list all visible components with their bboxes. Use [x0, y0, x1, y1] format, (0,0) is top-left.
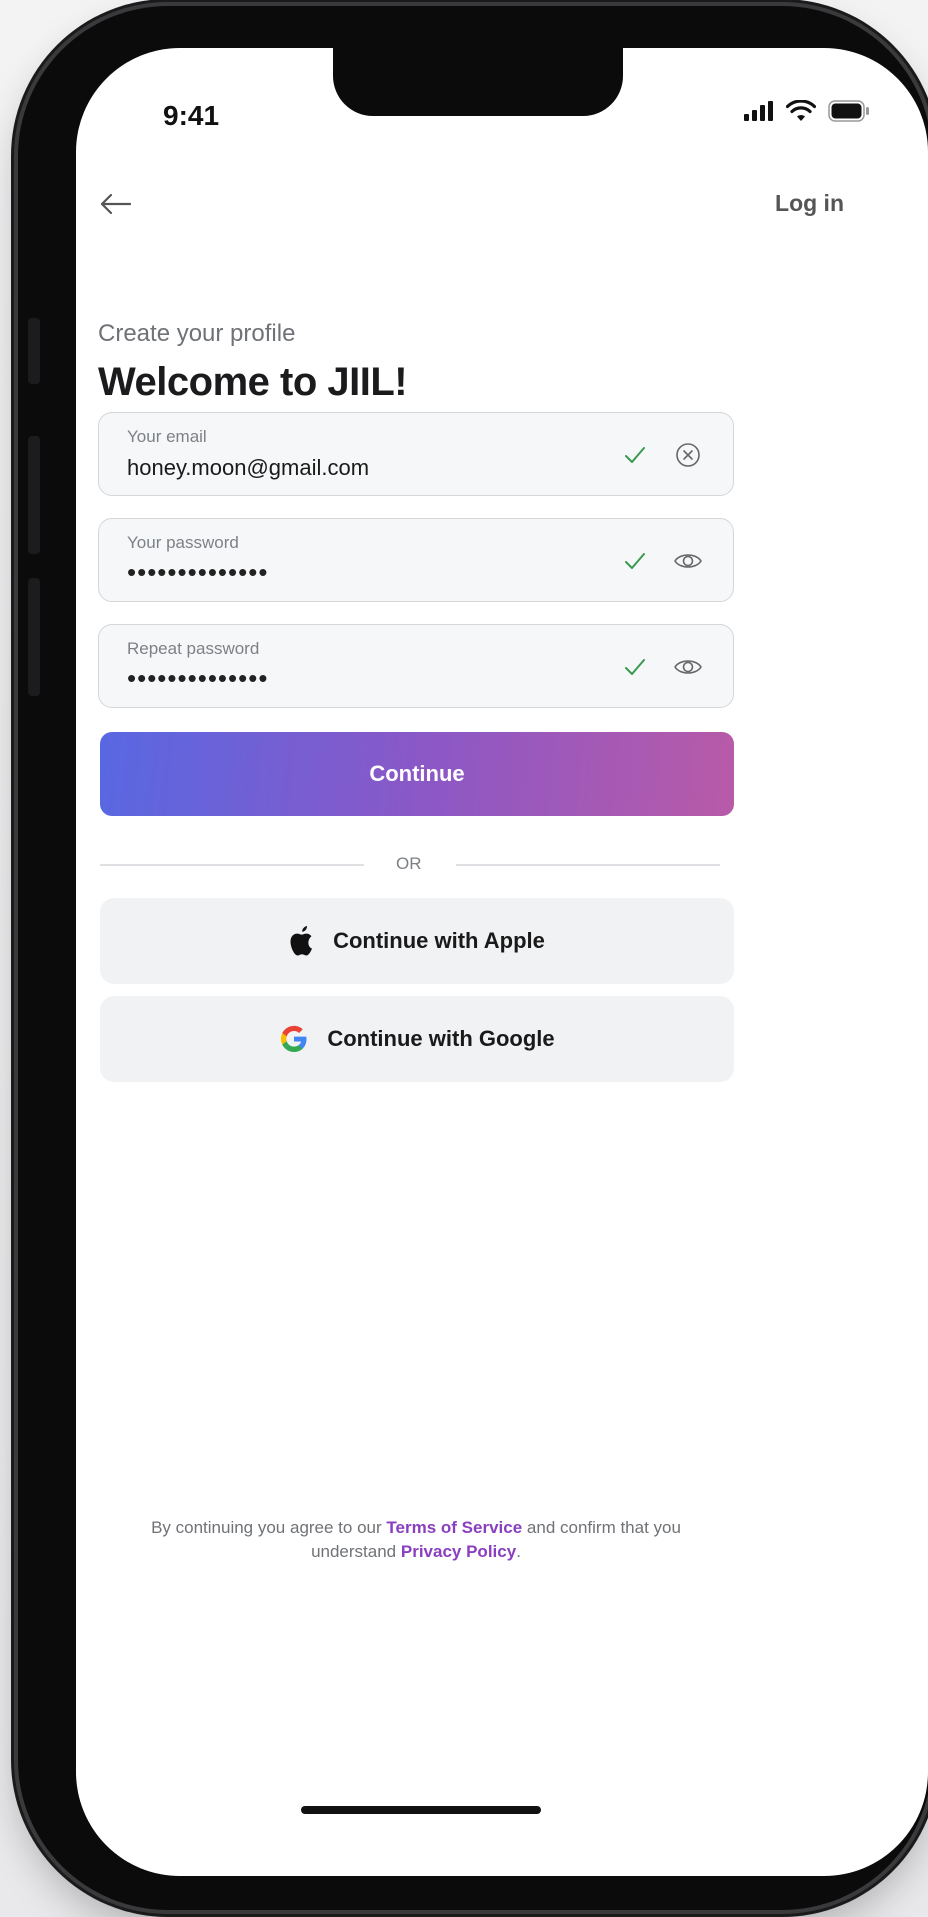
- continue-button[interactable]: Continue: [100, 732, 734, 816]
- screen: 9:41 Log in Create your profile Welcome …: [76, 48, 928, 1876]
- wifi-icon: [786, 100, 816, 121]
- repeat-password-field[interactable]: Repeat password ••••••••••••••: [98, 624, 734, 708]
- google-icon: [281, 1025, 307, 1052]
- divider-line-left: [100, 864, 364, 866]
- status-icons: [744, 100, 870, 122]
- repeat-password-label: Repeat password: [127, 639, 260, 658]
- legal-text: By continuing you agree to our Terms of …: [116, 1516, 716, 1564]
- signal-icon: [744, 101, 773, 121]
- clear-circle-icon[interactable]: [673, 440, 703, 470]
- check-icon: [625, 659, 645, 675]
- password-field[interactable]: Your password ••••••••••••••: [98, 518, 734, 602]
- or-divider-text: OR: [396, 854, 422, 873]
- divider-line-right: [456, 864, 720, 866]
- eye-icon[interactable]: [673, 652, 703, 682]
- terms-of-service-link[interactable]: Terms of Service: [386, 1518, 522, 1537]
- google-button-label: Continue with Google: [327, 1026, 555, 1051]
- battery-icon: [828, 100, 869, 122]
- check-icon: [625, 447, 645, 463]
- page-subtitle: Create your profile: [98, 320, 296, 347]
- email-field[interactable]: Your email honey.moon@gmail.com: [98, 412, 734, 496]
- eye-icon[interactable]: [673, 546, 703, 576]
- arrow-left-icon[interactable]: [98, 188, 134, 220]
- apple-button-label: Continue with Apple: [333, 928, 545, 953]
- phone-frame: 9:41 Log in Create your profile Welcome …: [18, 6, 928, 1910]
- page-title: Welcome to JIIL!: [98, 360, 408, 404]
- password-label: Your password: [127, 533, 239, 552]
- legal-suffix: .: [516, 1542, 521, 1561]
- login-link[interactable]: Log in: [775, 190, 844, 217]
- status-time: 9:41: [163, 100, 220, 131]
- apple-icon: [290, 926, 313, 956]
- notch: [333, 48, 623, 116]
- email-label: Your email: [127, 427, 207, 446]
- mute-switch: [28, 318, 40, 384]
- password-value[interactable]: ••••••••••••••: [127, 557, 268, 588]
- email-value[interactable]: honey.moon@gmail.com: [127, 455, 369, 481]
- check-icon: [625, 553, 645, 569]
- repeat-password-value[interactable]: ••••••••••••••: [127, 663, 268, 694]
- continue-with-google-button[interactable]: Continue with Google: [100, 996, 734, 1082]
- continue-with-apple-button[interactable]: Continue with Apple: [100, 898, 734, 984]
- volume-down-button: [28, 578, 40, 696]
- legal-prefix: By continuing you agree to our: [151, 1518, 382, 1537]
- volume-up-button: [28, 436, 40, 554]
- home-indicator[interactable]: [301, 1806, 541, 1814]
- privacy-policy-link[interactable]: Privacy Policy: [401, 1542, 516, 1561]
